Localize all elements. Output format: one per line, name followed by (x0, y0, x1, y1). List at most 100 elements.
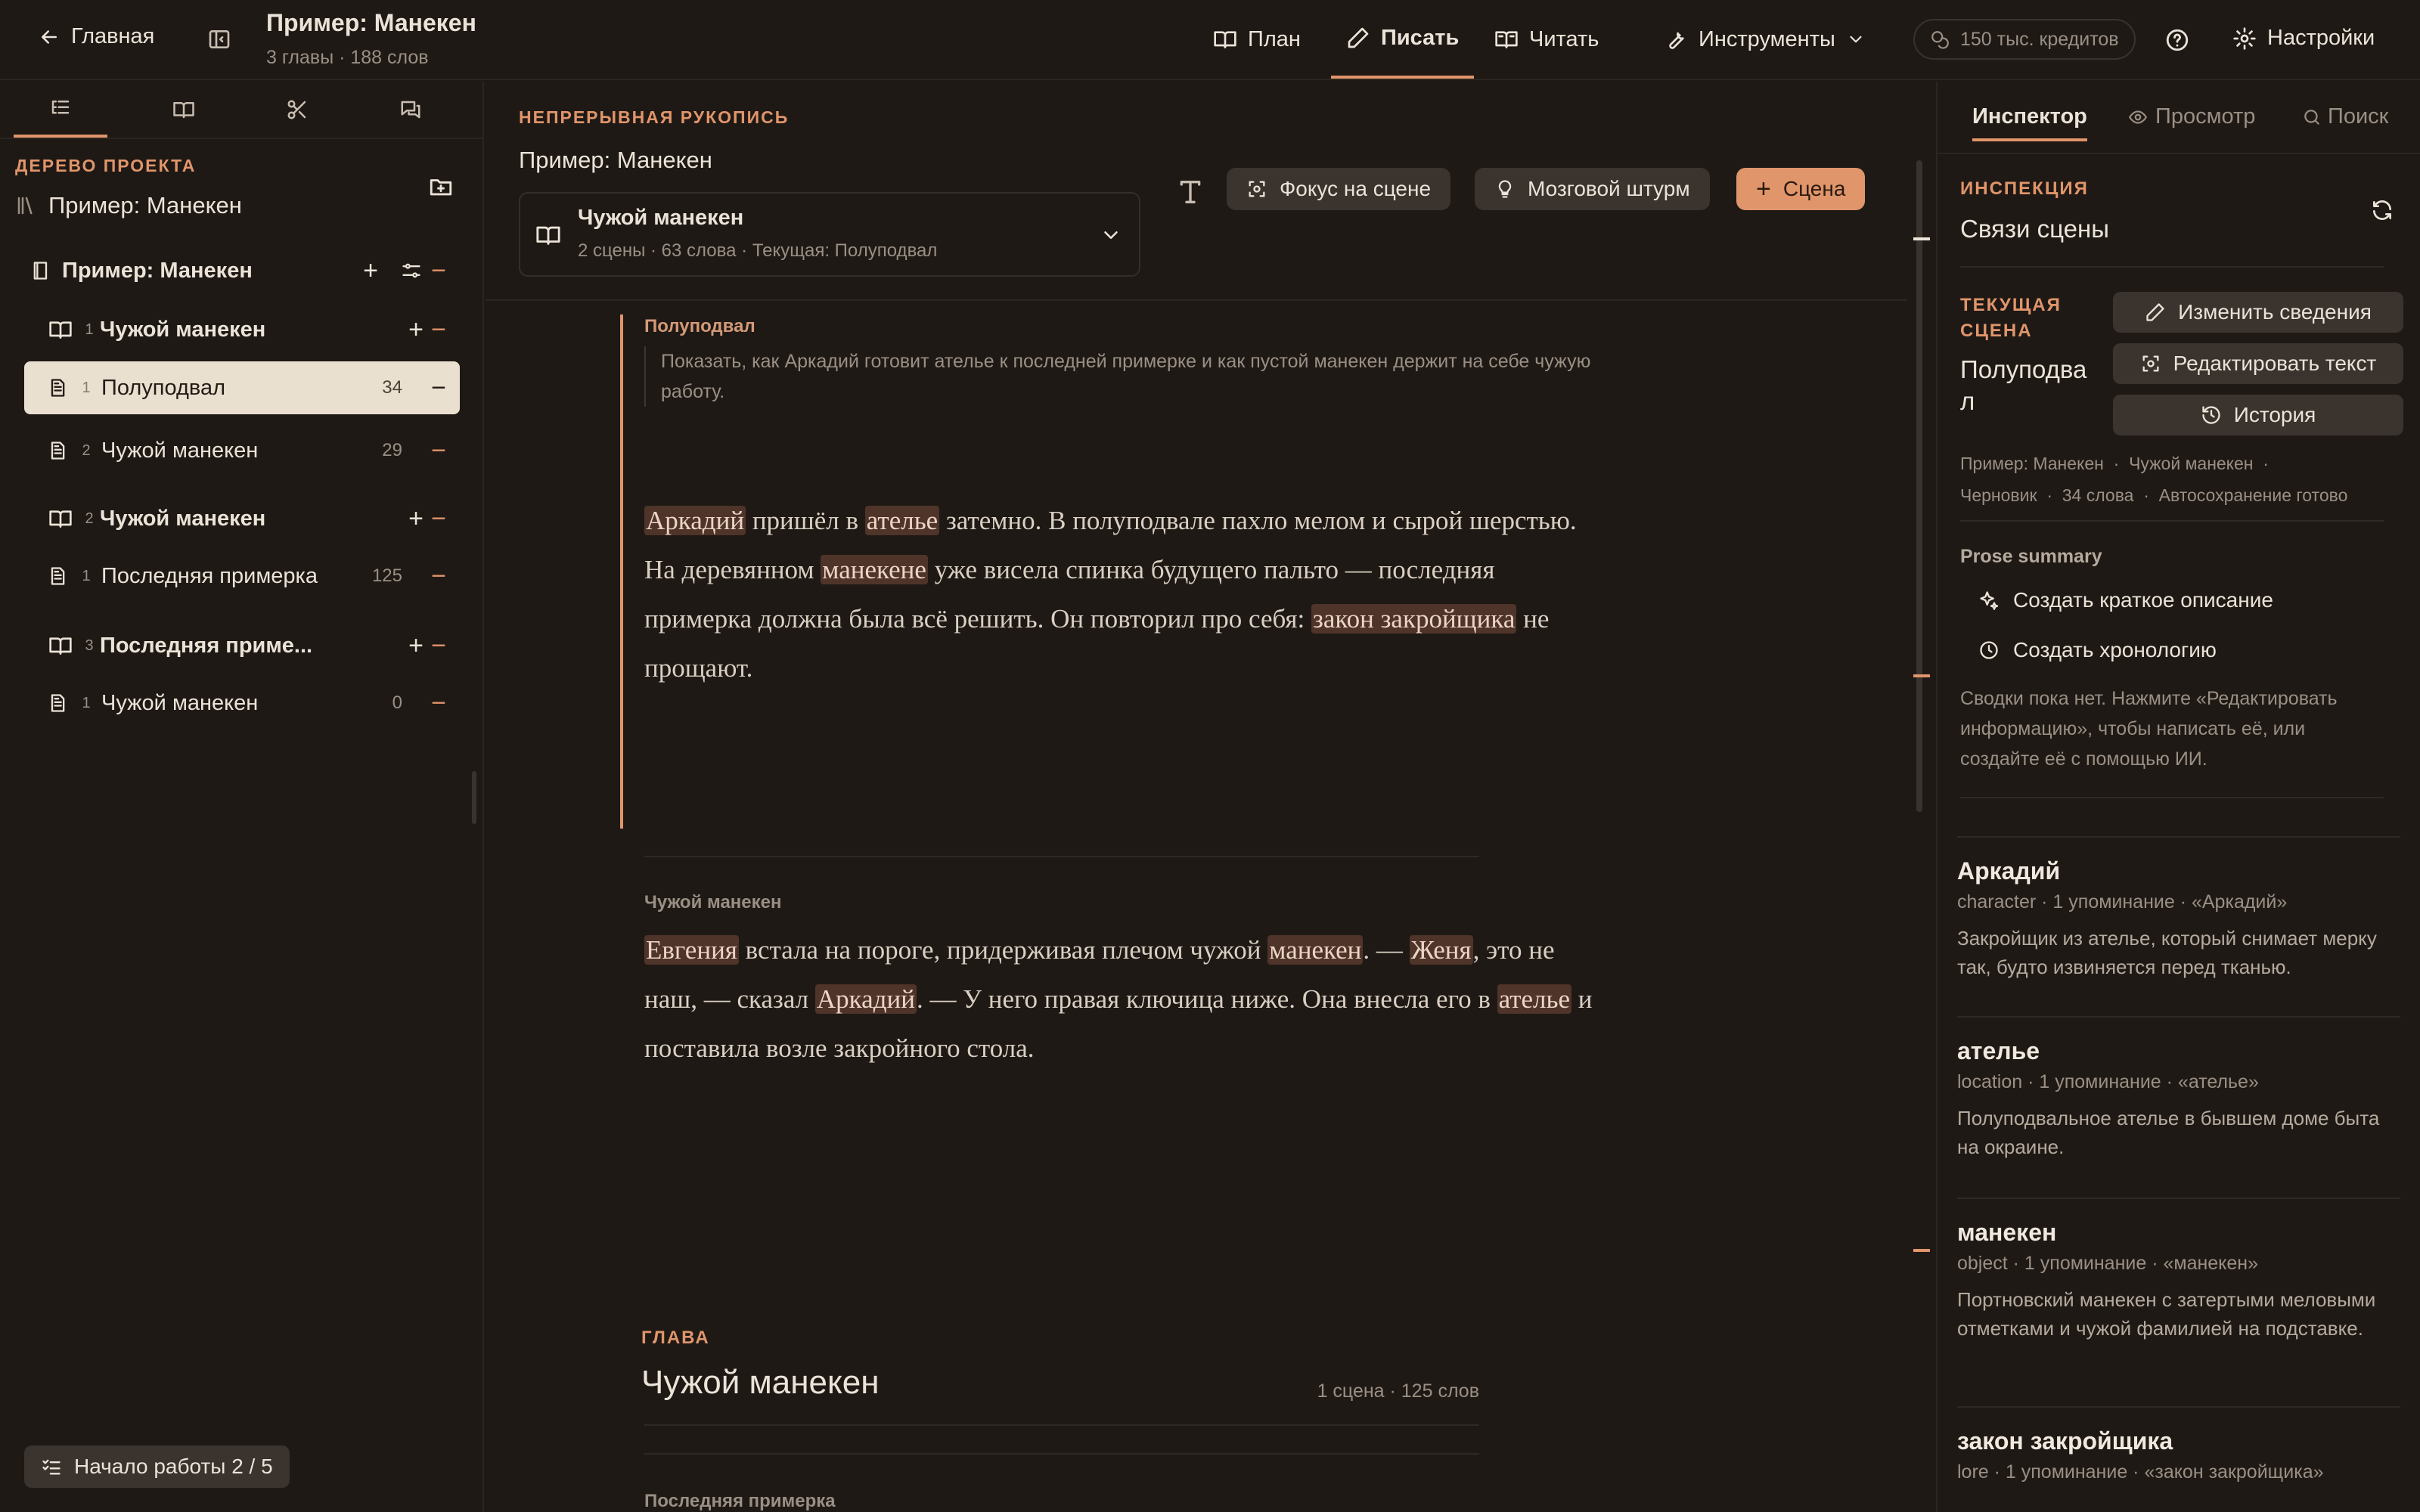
sliders-icon[interactable] (401, 260, 422, 281)
manuscript-editor: НЕПРЕРЫВНАЯ РУКОПИСЬ Пример: Манекен Чуж… (486, 82, 1930, 1512)
add-scene-button[interactable]: + (408, 315, 424, 345)
nav-tab-label: Читать (1529, 26, 1599, 51)
project-root[interactable]: Пример: Манекен (15, 192, 242, 219)
remove-book-button[interactable]: − (431, 256, 446, 286)
add-chapter-button[interactable]: + (363, 256, 378, 286)
scene-text[interactable]: Аркадий пришёл в ателье затемно. В полуп… (644, 496, 1597, 692)
tree-chapter[interactable]: 3 Последняя приме... + − (48, 620, 460, 671)
doc-title: Пример: Манекен (519, 147, 712, 173)
entity-desc: Закройщик из ателье, который снимает мер… (1957, 927, 2377, 978)
scene-num: 1 (82, 694, 91, 711)
tree-chapter[interactable]: 2 Чужой манекен + − (48, 493, 460, 544)
edit-info-label: Изменить сведения (2178, 300, 2372, 324)
add-scene-button[interactable]: + (408, 504, 424, 534)
brainstorm-button[interactable]: Мозговой штурм (1475, 168, 1710, 210)
scene-meta-line-2: Черновик · 34 слова · Автосохранение гот… (1960, 485, 2348, 505)
settings-button[interactable]: Настройки (2232, 26, 2375, 51)
create-timeline-button[interactable]: Создать хронологию (1978, 638, 2217, 662)
lightbulb-icon (1494, 178, 1516, 200)
tab-chat[interactable] (354, 82, 467, 138)
tab-inspector[interactable]: Инспектор (1972, 104, 2087, 141)
tab-search[interactable]: Поиск (2302, 104, 2388, 129)
remove-scene-button[interactable]: − (431, 373, 446, 403)
edit-text-button[interactable]: Редактировать текст (2113, 343, 2403, 384)
create-timeline-label: Создать хронологию (2013, 638, 2217, 662)
nav-tab-write[interactable]: Писать (1331, 0, 1475, 79)
tree-scene[interactable]: 1 Последняя примерка 125 − (24, 550, 460, 602)
remove-chapter-button[interactable]: − (431, 315, 446, 345)
tree-book[interactable]: Пример: Манекен + − (30, 245, 460, 296)
tree-scene[interactable]: 2 Чужой манекен 29 − (24, 425, 460, 476)
chapter-title: Последняя приме... (100, 633, 313, 658)
edit-info-button[interactable]: Изменить сведения (2113, 292, 2403, 333)
onboarding-button[interactable]: Начало работы 2 / 5 (24, 1445, 290, 1488)
scene-text[interactable]: Евгения встала на пороге, придерживая пл… (644, 925, 1597, 1073)
help-icon[interactable] (2164, 27, 2190, 53)
refresh-icon[interactable] (2370, 198, 2394, 222)
scene-title: Последняя примерка (101, 563, 318, 588)
remove-scene-button[interactable]: − (431, 562, 446, 591)
file-text-icon (47, 440, 68, 461)
add-scene-button[interactable]: + Сцена (1736, 168, 1866, 210)
remove-scene-button[interactable]: − (431, 689, 446, 718)
library-icon (15, 194, 38, 217)
entity-card[interactable]: закон закройщика lore · 1 упоминание · «… (1957, 1406, 2400, 1483)
chapter-heading: Чужой манекен (641, 1364, 880, 1401)
entity-desc: Портновский манекен с затертыми меловыми… (1957, 1288, 2376, 1340)
tree-chapter[interactable]: 1 Чужой манекен + − (48, 304, 460, 355)
inspect-title: Связи сцены (1960, 215, 2109, 243)
scene-title: Полуподвал (101, 375, 226, 400)
inspector-panel: Инспектор Просмотр Поиск ИНСПЕКЦИЯ Связи… (1936, 82, 2420, 1512)
add-scene-button[interactable]: + (408, 631, 424, 661)
file-text-icon (47, 565, 68, 587)
home-label: Главная (71, 24, 155, 48)
nav-tab-read[interactable]: Читать (1494, 0, 1599, 79)
tab-preview[interactable]: Просмотр (2128, 104, 2255, 129)
create-summary-button[interactable]: Создать краткое описание (1978, 588, 2273, 612)
entity-card[interactable]: Аркадий character · 1 упоминание · «Арка… (1957, 836, 2400, 981)
project-root-label: Пример: Манекен (48, 192, 242, 218)
remove-scene-button[interactable]: − (431, 436, 446, 466)
scene-meta-line: Пример: Манекен · Чужой манекен · (1960, 454, 2269, 473)
tab-label: Просмотр (2155, 104, 2256, 129)
folder-plus-icon[interactable] (428, 174, 454, 200)
scissors-icon (286, 98, 309, 121)
scroll-marker (1913, 237, 1930, 240)
nav-tab-plan[interactable]: План (1213, 0, 1301, 79)
file-text-icon (47, 377, 68, 398)
nav-tab-label: Писать (1381, 25, 1460, 50)
entity-card[interactable]: манекен object · 1 упоминание · «манекен… (1957, 1198, 2400, 1343)
chapter-select[interactable]: Чужой манекен 2 сцены · 63 слова · Текущ… (519, 192, 1140, 277)
project-tree-panel: ДЕРЕВО ПРОЕКТА Пример: Манекен Пример: М… (0, 82, 484, 1512)
scene-word-count: 0 (392, 692, 402, 713)
remove-chapter-button[interactable]: − (431, 631, 446, 661)
entity-meta: lore · 1 упоминание · «закон закройщика» (1957, 1461, 2324, 1483)
tree-scene-selected[interactable]: 1 Полуподвал 34 − (24, 361, 460, 414)
tools-dropdown[interactable]: Инструменты (1664, 0, 1866, 79)
tab-scissors[interactable] (240, 82, 354, 138)
credits-badge: 150 тыс. кредитов (1913, 19, 2136, 60)
sparkles-icon (1978, 590, 2000, 611)
tab-tree[interactable] (14, 82, 107, 138)
remove-chapter-button[interactable]: − (431, 504, 446, 534)
resize-handle[interactable] (472, 771, 476, 824)
focus-scene-button[interactable]: Фокус на сцене (1227, 168, 1451, 210)
typography-icon[interactable] (1175, 177, 1205, 207)
tree-scene[interactable]: 1 Чужой манекен 0 − (24, 677, 460, 729)
focus-scene-label: Фокус на сцене (1280, 177, 1432, 200)
home-link[interactable]: Главная (38, 24, 154, 49)
eye-icon (2128, 107, 2148, 127)
tab-book[interactable] (127, 82, 240, 138)
scrollbar-thumb[interactable] (1916, 160, 1922, 812)
nav-tab-label: План (1248, 26, 1301, 51)
chapter-num: 1 (85, 321, 94, 338)
scene-word-count: 34 (382, 377, 402, 398)
scene-heading: Последняя примерка (644, 1491, 836, 1511)
book-open-icon (48, 507, 73, 531)
history-button[interactable]: История (2113, 395, 2403, 435)
entity-card[interactable]: ателье location · 1 упоминание · «ателье… (1957, 1016, 2400, 1161)
book-open-icon (172, 98, 195, 121)
scene-heading: Чужой манекен (644, 892, 782, 912)
scene-num: 1 (82, 567, 91, 584)
sidebar-toggle-icon[interactable] (207, 27, 231, 51)
